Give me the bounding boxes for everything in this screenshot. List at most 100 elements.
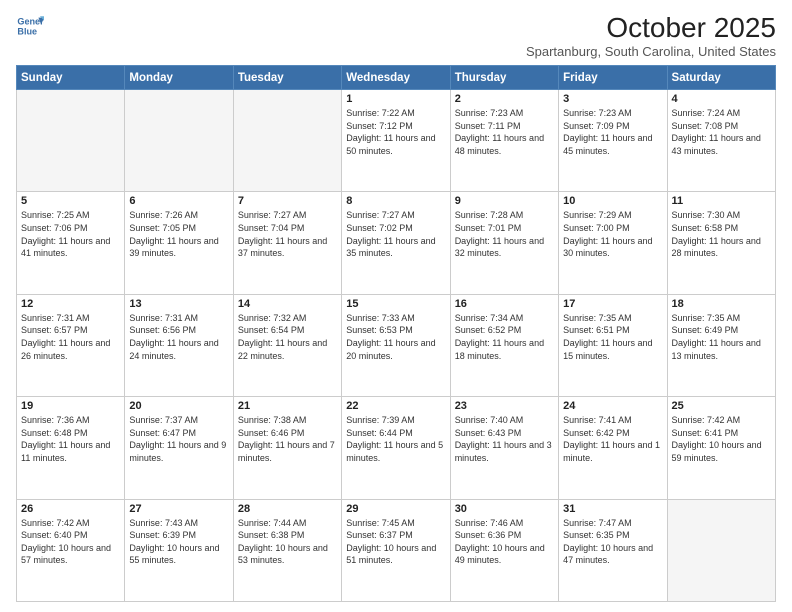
day-number: 10: [563, 195, 662, 207]
table-row: 29Sunrise: 7:45 AM Sunset: 6:37 PM Dayli…: [342, 499, 450, 601]
day-number: 12: [21, 298, 120, 310]
day-info: Sunrise: 7:31 AM Sunset: 6:57 PM Dayligh…: [21, 312, 120, 362]
day-number: 22: [346, 400, 445, 412]
weekday-header-row: Sunday Monday Tuesday Wednesday Thursday…: [17, 66, 776, 90]
day-info: Sunrise: 7:26 AM Sunset: 7:05 PM Dayligh…: [129, 209, 228, 259]
day-info: Sunrise: 7:27 AM Sunset: 7:04 PM Dayligh…: [238, 209, 337, 259]
table-row: 10 Sunrise: 7:29 AM Sunset: 7:00 PM Dayli…: [559, 192, 667, 294]
table-row: 5 Sunrise: 7:25 AM Sunset: 7:06 PM Daylig…: [17, 192, 125, 294]
table-row: 15 Sunrise: 7:33 AM Sunset: 6:53 PM Dayli…: [342, 294, 450, 396]
day-number: 6: [129, 195, 228, 207]
day-info: Sunrise: 7:38 AM Sunset: 6:46 PM Dayligh…: [238, 414, 337, 464]
day-number: 1: [346, 93, 445, 105]
day-info: Sunrise: 7:30 AM Sunset: 6:58 PM Dayligh…: [672, 209, 771, 259]
table-row: 6 Sunrise: 7:26 AM Sunset: 7:05 PM Daylig…: [125, 192, 233, 294]
day-info: Sunrise: 7:31 AM Sunset: 6:56 PM Dayligh…: [129, 312, 228, 362]
day-info: Sunrise: 7:35 AM Sunset: 6:49 PM Dayligh…: [672, 312, 771, 362]
day-number: 16: [455, 298, 554, 310]
table-row: [17, 90, 125, 192]
table-row: 21 Sunrise: 7:38 AM Sunset: 6:46 PM Dayli…: [233, 397, 341, 499]
day-info: Sunrise: 7:43 AM Sunset: 6:39 PM Dayligh…: [129, 517, 228, 567]
day-number: 17: [563, 298, 662, 310]
table-row: [667, 499, 775, 601]
location-title: Spartanburg, South Carolina, United Stat…: [526, 44, 776, 59]
day-number: 5: [21, 195, 120, 207]
table-row: 4Sunrise: 7:24 AM Sunset: 7:08 PM Daylig…: [667, 90, 775, 192]
day-number: 23: [455, 400, 554, 412]
day-number: 28: [238, 503, 337, 515]
day-number: 3: [563, 93, 662, 105]
logo-icon: General Blue: [16, 12, 44, 40]
calendar-week-row: 12 Sunrise: 7:31 AM Sunset: 6:57 PM Dayli…: [17, 294, 776, 396]
day-info: Sunrise: 7:23 AM Sunset: 7:09 PM Dayligh…: [563, 107, 662, 157]
col-wednesday: Wednesday: [342, 66, 450, 90]
day-info: Sunrise: 7:42 AM Sunset: 6:40 PM Dayligh…: [21, 517, 120, 567]
day-info: Sunrise: 7:46 AM Sunset: 6:36 PM Dayligh…: [455, 517, 554, 567]
calendar-week-row: 19Sunrise: 7:36 AM Sunset: 6:48 PM Dayli…: [17, 397, 776, 499]
day-number: 13: [129, 298, 228, 310]
day-number: 15: [346, 298, 445, 310]
calendar-body: 1 Sunrise: 7:22 AM Sunset: 7:12 PM Daylig…: [17, 90, 776, 602]
day-info: Sunrise: 7:47 AM Sunset: 6:35 PM Dayligh…: [563, 517, 662, 567]
table-row: 27 Sunrise: 7:43 AM Sunset: 6:39 PM Dayli…: [125, 499, 233, 601]
col-monday: Monday: [125, 66, 233, 90]
day-info: Sunrise: 7:25 AM Sunset: 7:06 PM Dayligh…: [21, 209, 120, 259]
table-row: 7Sunrise: 7:27 AM Sunset: 7:04 PM Daylig…: [233, 192, 341, 294]
day-number: 18: [672, 298, 771, 310]
day-info: Sunrise: 7:39 AM Sunset: 6:44 PM Dayligh…: [346, 414, 445, 464]
table-row: 9Sunrise: 7:28 AM Sunset: 7:01 PM Daylig…: [450, 192, 558, 294]
table-row: 11 Sunrise: 7:30 AM Sunset: 6:58 PM Dayli…: [667, 192, 775, 294]
day-info: Sunrise: 7:34 AM Sunset: 6:52 PM Dayligh…: [455, 312, 554, 362]
day-number: 29: [346, 503, 445, 515]
col-saturday: Saturday: [667, 66, 775, 90]
table-row: 24Sunrise: 7:41 AM Sunset: 6:42 PM Dayli…: [559, 397, 667, 499]
table-row: 30 Sunrise: 7:46 AM Sunset: 6:36 PM Dayli…: [450, 499, 558, 601]
table-row: 16 Sunrise: 7:34 AM Sunset: 6:52 PM Dayli…: [450, 294, 558, 396]
col-thursday: Thursday: [450, 66, 558, 90]
day-number: 30: [455, 503, 554, 515]
day-info: Sunrise: 7:27 AM Sunset: 7:02 PM Dayligh…: [346, 209, 445, 259]
table-row: 2Sunrise: 7:23 AM Sunset: 7:11 PM Daylig…: [450, 90, 558, 192]
day-info: Sunrise: 7:32 AM Sunset: 6:54 PM Dayligh…: [238, 312, 337, 362]
day-number: 20: [129, 400, 228, 412]
table-row: 14 Sunrise: 7:32 AM Sunset: 6:54 PM Dayli…: [233, 294, 341, 396]
table-row: 17 Sunrise: 7:35 AM Sunset: 6:51 PM Dayli…: [559, 294, 667, 396]
day-info: Sunrise: 7:35 AM Sunset: 6:51 PM Dayligh…: [563, 312, 662, 362]
calendar-week-row: 5 Sunrise: 7:25 AM Sunset: 7:06 PM Daylig…: [17, 192, 776, 294]
table-row: 18 Sunrise: 7:35 AM Sunset: 6:49 PM Dayli…: [667, 294, 775, 396]
col-friday: Friday: [559, 66, 667, 90]
month-title: October 2025: [526, 12, 776, 44]
day-number: 21: [238, 400, 337, 412]
table-row: 23Sunrise: 7:40 AM Sunset: 6:43 PM Dayli…: [450, 397, 558, 499]
table-row: 13 Sunrise: 7:31 AM Sunset: 6:56 PM Dayli…: [125, 294, 233, 396]
calendar-week-row: 1 Sunrise: 7:22 AM Sunset: 7:12 PM Daylig…: [17, 90, 776, 192]
day-number: 27: [129, 503, 228, 515]
day-number: 11: [672, 195, 771, 207]
table-row: 3 Sunrise: 7:23 AM Sunset: 7:09 PM Daylig…: [559, 90, 667, 192]
day-info: Sunrise: 7:33 AM Sunset: 6:53 PM Dayligh…: [346, 312, 445, 362]
table-row: 26Sunrise: 7:42 AM Sunset: 6:40 PM Dayli…: [17, 499, 125, 601]
day-info: Sunrise: 7:29 AM Sunset: 7:00 PM Dayligh…: [563, 209, 662, 259]
table-row: [233, 90, 341, 192]
day-number: 8: [346, 195, 445, 207]
table-row: 1 Sunrise: 7:22 AM Sunset: 7:12 PM Daylig…: [342, 90, 450, 192]
title-block: October 2025 Spartanburg, South Carolina…: [526, 12, 776, 59]
table-row: 31Sunrise: 7:47 AM Sunset: 6:35 PM Dayli…: [559, 499, 667, 601]
day-number: 14: [238, 298, 337, 310]
day-info: Sunrise: 7:42 AM Sunset: 6:41 PM Dayligh…: [672, 414, 771, 464]
day-info: Sunrise: 7:44 AM Sunset: 6:38 PM Dayligh…: [238, 517, 337, 567]
svg-text:Blue: Blue: [17, 26, 37, 36]
header: General Blue October 2025 Spartanburg, S…: [16, 12, 776, 59]
calendar-table: Sunday Monday Tuesday Wednesday Thursday…: [16, 65, 776, 602]
day-info: Sunrise: 7:28 AM Sunset: 7:01 PM Dayligh…: [455, 209, 554, 259]
day-info: Sunrise: 7:24 AM Sunset: 7:08 PM Dayligh…: [672, 107, 771, 157]
calendar-week-row: 26Sunrise: 7:42 AM Sunset: 6:40 PM Dayli…: [17, 499, 776, 601]
day-info: Sunrise: 7:36 AM Sunset: 6:48 PM Dayligh…: [21, 414, 120, 464]
table-row: 25Sunrise: 7:42 AM Sunset: 6:41 PM Dayli…: [667, 397, 775, 499]
page: General Blue October 2025 Spartanburg, S…: [0, 0, 792, 612]
day-info: Sunrise: 7:22 AM Sunset: 7:12 PM Dayligh…: [346, 107, 445, 157]
day-info: Sunrise: 7:41 AM Sunset: 6:42 PM Dayligh…: [563, 414, 662, 464]
logo: General Blue: [16, 12, 44, 40]
table-row: 12 Sunrise: 7:31 AM Sunset: 6:57 PM Dayli…: [17, 294, 125, 396]
day-info: Sunrise: 7:37 AM Sunset: 6:47 PM Dayligh…: [129, 414, 228, 464]
